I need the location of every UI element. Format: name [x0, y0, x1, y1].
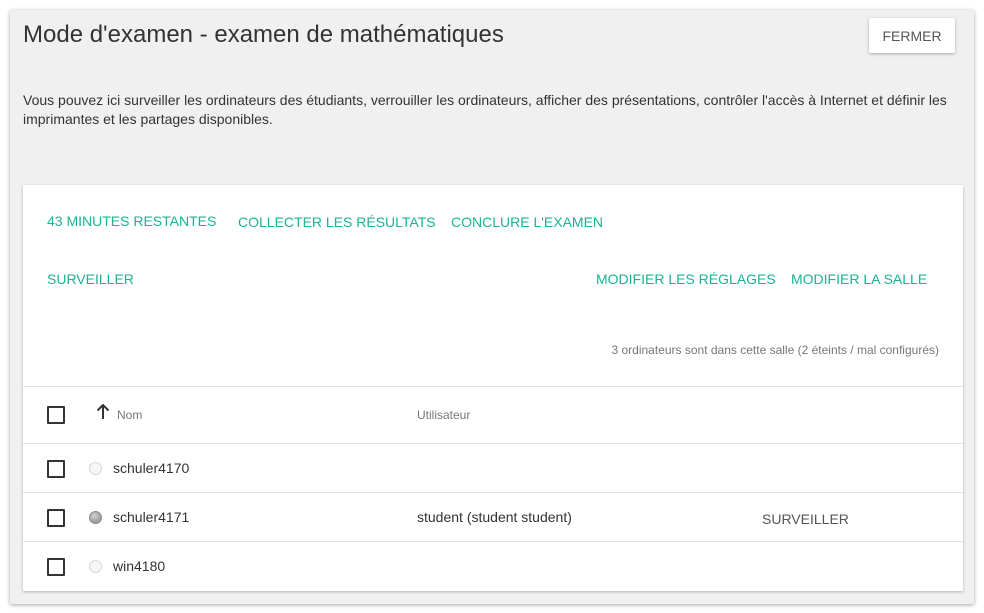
select-all-checkbox[interactable] [47, 406, 65, 424]
row-checkbox[interactable] [47, 558, 65, 576]
row-checkbox[interactable] [47, 509, 65, 527]
user-name: student (student student) [417, 509, 572, 525]
computer-name: win4180 [113, 558, 166, 574]
row-checkbox[interactable] [47, 460, 65, 478]
exam-mode-dialog: Mode d'examen - examen de mathématiques … [10, 10, 974, 604]
column-header-name[interactable]: Nom [117, 408, 142, 422]
finish-exam-button[interactable]: CONCLURE L'EXAMEN [451, 214, 603, 230]
close-button[interactable]: FERMER [869, 18, 955, 53]
column-header-user: Utilisateur [417, 408, 471, 422]
edit-settings-button[interactable]: MODIFIER LES RÉGLAGES [596, 271, 776, 287]
divider [23, 386, 963, 387]
computer-name: schuler4171 [113, 509, 190, 525]
divider [23, 492, 963, 493]
divider [23, 443, 963, 444]
exam-panel: 43 MINUTES RESTANTES COLLECTER LES RÉSUL… [23, 185, 963, 591]
status-dot-icon [89, 511, 102, 524]
computer-name: schuler4170 [113, 460, 190, 476]
monitor-button[interactable]: SURVEILLER [47, 271, 134, 287]
edit-room-button[interactable]: MODIFIER LA SALLE [791, 271, 927, 287]
monitor-row-button[interactable]: SURVEILLER [762, 511, 849, 527]
divider [23, 541, 963, 542]
time-remaining-button[interactable]: 43 MINUTES RESTANTES [47, 213, 216, 229]
room-status-text: 3 ordinateurs sont dans cette salle (2 é… [611, 343, 939, 357]
arrow-up-icon[interactable] [96, 404, 110, 420]
dialog-title: Mode d'examen - examen de mathématiques [23, 21, 504, 48]
status-dot-icon [89, 462, 102, 475]
dialog-description: Vous pouvez ici surveiller les ordinateu… [23, 92, 947, 127]
collect-results-button[interactable]: COLLECTER LES RÉSULTATS [238, 214, 436, 230]
status-dot-icon [89, 560, 102, 573]
